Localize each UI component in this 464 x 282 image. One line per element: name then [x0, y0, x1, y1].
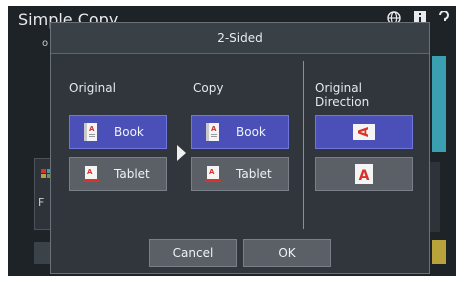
copy-book-label: Book: [236, 125, 266, 139]
copy-tablet-button[interactable]: A Tablet: [191, 157, 289, 191]
book-icon: A: [84, 123, 97, 141]
book-icon: A: [206, 123, 219, 141]
copy-label: Copy: [193, 81, 224, 95]
original-label: Original: [69, 81, 116, 95]
direction-upright-button[interactable]: A: [315, 157, 413, 191]
tablet-icon: A: [83, 166, 99, 182]
svg-text:A: A: [209, 168, 215, 176]
direction-label-line1: Original: [315, 81, 362, 95]
svg-text:A: A: [87, 168, 93, 176]
upright-a-icon: A: [355, 164, 373, 184]
help-icon[interactable]: [436, 10, 452, 27]
direction-rotated-button[interactable]: A: [315, 115, 413, 149]
arrow-right-icon: [177, 145, 186, 161]
background-card-text: F: [38, 196, 45, 209]
ok-button[interactable]: OK: [243, 239, 331, 267]
copy-book-button[interactable]: A Book: [191, 115, 289, 149]
column-divider: [303, 61, 304, 229]
tablet-icon: A: [205, 166, 221, 182]
cancel-button[interactable]: Cancel: [149, 239, 237, 267]
original-tablet-button[interactable]: A Tablet: [69, 157, 167, 191]
dialog-header: 2-Sided: [51, 23, 429, 54]
background-teal-panel: [432, 56, 446, 152]
rotated-a-glyph: A: [357, 127, 372, 137]
direction-label-line2: Direction: [315, 95, 370, 109]
dialog-title: 2-Sided: [217, 31, 263, 45]
original-book-button[interactable]: A Book: [69, 115, 167, 149]
copy-tablet-label: Tablet: [236, 167, 272, 181]
background-subtext: o: [42, 38, 49, 49]
two-sided-dialog: 2-Sided Original Copy Original Direction…: [50, 22, 430, 274]
background-yellow-panel: [432, 240, 446, 264]
svg-text:A: A: [211, 125, 217, 133]
rotated-a-icon: A: [353, 124, 375, 140]
original-book-label: Book: [114, 125, 144, 139]
upright-a-glyph: A: [359, 168, 370, 183]
original-tablet-label: Tablet: [114, 167, 150, 181]
svg-text:A: A: [89, 125, 95, 133]
